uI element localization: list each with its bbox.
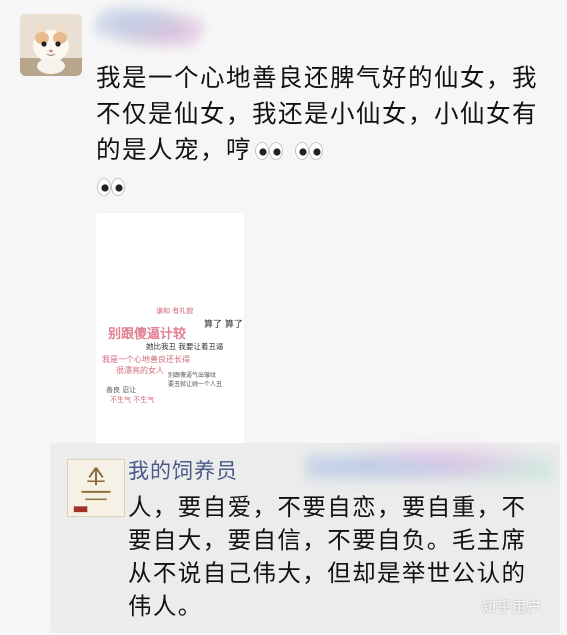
chat-screenshot: 我是一个心地善良还脾气好的仙女，我不仅是仙女，我还是小仙女，小仙女有的是人宠，哼…: [0, 0, 567, 635]
eyes-emoji-icon: [96, 178, 126, 196]
meme-line: 算了 算了: [204, 320, 243, 330]
nickname-blurred: [94, 4, 204, 50]
reply-avatar[interactable]: [67, 459, 125, 517]
reply-username[interactable]: 我的饲养员: [128, 455, 238, 485]
post-message: 我是一个心地善良还脾气好的仙女，我不仅是仙女，我还是小仙女，小仙女有的是人宠，哼: [96, 60, 546, 204]
meme-line: 别跟傻逼计较: [108, 327, 187, 342]
meme-line: 很漂亮的女人: [116, 366, 164, 375]
meme-line: 谦和 有礼貌: [156, 307, 194, 315]
eyes-emoji-icon: [254, 142, 284, 160]
meme-image[interactable]: 谦和 有礼貌 算了 算了 别跟傻逼计较 她比我丑 我要让着丑逼 我是一个心地善良…: [96, 213, 244, 445]
meme-line: 要丑就让她一个人丑: [168, 381, 223, 388]
brand-logo-icon: [68, 460, 124, 516]
meme-line: 善良 忍让: [106, 386, 137, 394]
meme-line: 我是一个心地善良还长得: [102, 355, 190, 364]
meme-line: 她比我丑 我要让着丑逼: [146, 342, 224, 351]
zhihu-watermark: 知乎用户: [482, 600, 542, 616]
cat-avatar[interactable]: [20, 14, 82, 76]
meme-line: 别跟傻逼气出皱纹: [168, 372, 217, 379]
meme-line: 不生气 不生气: [110, 396, 155, 404]
blurred-sticker: [305, 443, 555, 491]
cat-icon: [20, 14, 82, 76]
reply-card: 我的饲养员 人，要自爱，不要自恋，要自重，不要自大，要自信，不要自负。毛主席从不…: [50, 443, 560, 633]
eyes-emoji-icon: [294, 142, 324, 160]
